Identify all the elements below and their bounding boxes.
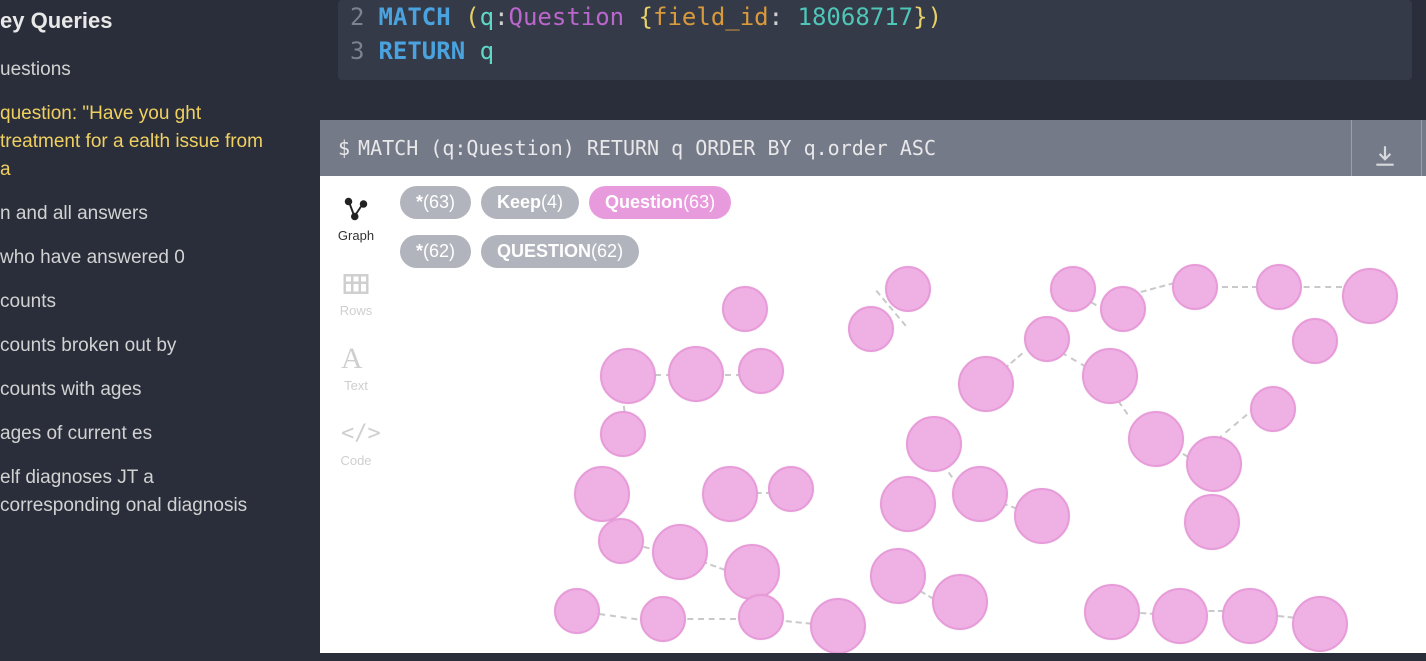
- graph-node[interactable]: [906, 416, 962, 472]
- sidebar-item-6[interactable]: counts with ages: [0, 368, 270, 412]
- graph-node[interactable]: [724, 544, 780, 600]
- sidebar-title: ey Queries: [0, 0, 270, 48]
- graph-node[interactable]: [640, 596, 686, 642]
- graph-node[interactable]: [1184, 494, 1240, 550]
- graph-node[interactable]: [738, 348, 784, 394]
- colon: :: [494, 3, 508, 31]
- header-divider-right: [1421, 120, 1422, 176]
- filter-pill[interactable]: *(63): [400, 186, 471, 219]
- graph-node[interactable]: [1222, 588, 1278, 644]
- editor-line-2: 2MATCH (q:Question {field_id: 18068717}): [350, 0, 1400, 34]
- graph-node[interactable]: [1250, 386, 1296, 432]
- graph-node[interactable]: [1186, 436, 1242, 492]
- graph-node[interactable]: [1084, 584, 1140, 640]
- graph-node[interactable]: [848, 306, 894, 352]
- sidebar-item-0[interactable]: uestions: [0, 48, 270, 92]
- view-rows-button[interactable]: Rows: [340, 269, 373, 318]
- graph-node[interactable]: [1082, 348, 1138, 404]
- graph-node[interactable]: [885, 266, 931, 312]
- line-number: 2: [350, 3, 364, 31]
- graph-node[interactable]: [952, 466, 1008, 522]
- result-panel: $ MATCH (q:Question) RETURN q ORDER BY q…: [320, 120, 1426, 653]
- sidebar-item-8[interactable]: elf diagnoses JT a corresponding onal di…: [0, 456, 270, 528]
- graph-node[interactable]: [958, 356, 1014, 412]
- graph-node[interactable]: [768, 466, 814, 512]
- graph-node[interactable]: [652, 524, 708, 580]
- brace-close: }: [913, 3, 927, 31]
- separator: :: [769, 3, 798, 31]
- view-code-button[interactable]: </> Code: [340, 419, 371, 468]
- text-icon: A: [341, 344, 371, 374]
- graph-icon: [341, 194, 371, 224]
- view-text-button[interactable]: A Text: [341, 344, 371, 393]
- view-label: Rows: [340, 303, 373, 318]
- graph-node[interactable]: [1100, 286, 1146, 332]
- download-icon[interactable]: [1372, 134, 1398, 160]
- graph-node[interactable]: [598, 518, 644, 564]
- variable: q: [465, 37, 494, 65]
- filter-pill[interactable]: Keep(4): [481, 186, 579, 219]
- graph-node[interactable]: [1014, 488, 1070, 544]
- view-label: Text: [344, 378, 368, 393]
- literal-number: 18068717: [798, 3, 914, 31]
- sidebar-item-3[interactable]: who have answered 0: [0, 236, 270, 280]
- graph-node[interactable]: [1342, 268, 1398, 324]
- graph-node[interactable]: [702, 466, 758, 522]
- graph-node[interactable]: [1172, 264, 1218, 310]
- graph-node[interactable]: [574, 466, 630, 522]
- sidebar-item-2[interactable]: n and all answers: [0, 192, 270, 236]
- node-label: Question: [509, 3, 625, 31]
- sidebar: ey Queries uestionsquestion: "Have you g…: [0, 0, 290, 661]
- graph-node[interactable]: [880, 476, 936, 532]
- graph-node[interactable]: [1128, 411, 1184, 467]
- graph-node[interactable]: [554, 588, 600, 634]
- graph-node[interactable]: [668, 346, 724, 402]
- view-label: Code: [340, 453, 371, 468]
- graph-node[interactable]: [1292, 596, 1348, 652]
- table-icon: [341, 269, 371, 299]
- brace-open: {: [624, 3, 653, 31]
- main-area: 2MATCH (q:Question {field_id: 18068717})…: [320, 0, 1426, 661]
- executed-query: MATCH (q:Question) RETURN q ORDER BY q.o…: [358, 120, 936, 176]
- graph-node[interactable]: [932, 574, 988, 630]
- graph-node[interactable]: [600, 411, 646, 457]
- graph-node[interactable]: [600, 348, 656, 404]
- graph-node[interactable]: [1256, 264, 1302, 310]
- graph-node[interactable]: [1050, 266, 1096, 312]
- sidebar-item-1[interactable]: question: "Have you ght treatment for a …: [0, 92, 270, 192]
- graph-node[interactable]: [738, 594, 784, 640]
- variable: q: [480, 3, 494, 31]
- keyword-match: MATCH: [378, 3, 450, 31]
- graph-node[interactable]: [1024, 316, 1070, 362]
- header-divider: [1351, 120, 1352, 176]
- result-header: $ MATCH (q:Question) RETURN q ORDER BY q…: [320, 120, 1426, 176]
- prompt-symbol: $: [338, 120, 350, 176]
- graph-node[interactable]: [1292, 318, 1338, 364]
- view-label: Graph: [338, 228, 374, 243]
- keyword-return: RETURN: [378, 37, 465, 65]
- result-body: Graph Rows A Text </>: [320, 176, 1426, 653]
- graph-node[interactable]: [722, 286, 768, 332]
- graph-node[interactable]: [870, 548, 926, 604]
- view-graph-button[interactable]: Graph: [338, 194, 374, 243]
- graph-node[interactable]: [1152, 588, 1208, 644]
- filter-pill[interactable]: Question(63): [589, 186, 731, 219]
- filter-pill[interactable]: QUESTION(62): [481, 235, 639, 268]
- editor-line-3: 3 RETURN q: [350, 34, 1400, 68]
- view-switcher: Graph Rows A Text </>: [320, 176, 392, 653]
- graph-area[interactable]: *(63) Keep(4) Question(63) *(62) QUESTION(6…: [392, 176, 1426, 653]
- query-editor[interactable]: 2MATCH (q:Question {field_id: 18068717})…: [338, 0, 1412, 80]
- paren-close: ): [928, 3, 942, 31]
- code-icon: </>: [341, 419, 371, 449]
- filter-pill[interactable]: *(62): [400, 235, 471, 268]
- field-name: field_id: [653, 3, 769, 31]
- sidebar-item-5[interactable]: counts broken out by: [0, 324, 270, 368]
- sidebar-item-4[interactable]: counts: [0, 280, 270, 324]
- node-label-pills: *(63) Keep(4) Question(63): [392, 176, 1426, 225]
- paren-open: (: [465, 3, 479, 31]
- sidebar-item-7[interactable]: ages of current es: [0, 412, 270, 456]
- graph-node[interactable]: [810, 598, 866, 653]
- graph-canvas[interactable]: [392, 276, 1426, 653]
- line-number: 3: [350, 37, 364, 65]
